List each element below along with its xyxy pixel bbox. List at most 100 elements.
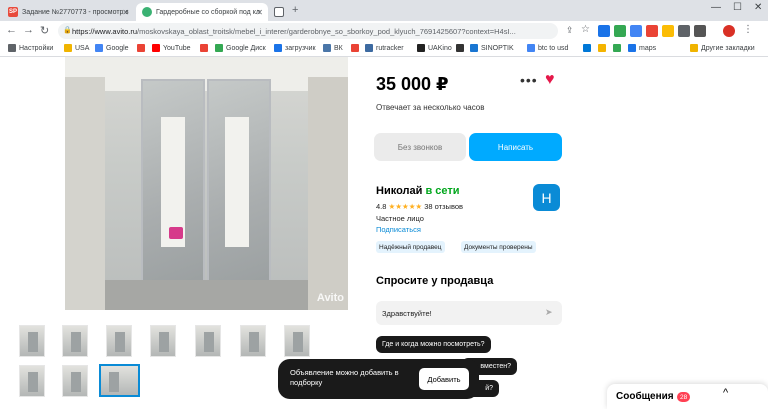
photo-thumbnail[interactable] (106, 325, 132, 357)
share-icon[interactable]: ⇪ (566, 25, 574, 36)
maps-icon (628, 44, 636, 52)
tab-blank[interactable] (270, 3, 288, 21)
menu-kebab-icon[interactable]: ⋮ (743, 24, 753, 35)
back-icon[interactable]: ← (6, 24, 17, 36)
bookmark-label: ВК (334, 44, 343, 52)
photo-thumbnail[interactable] (19, 325, 45, 357)
bookmark-item[interactable] (598, 44, 609, 52)
bookmark-item[interactable]: UAKino (417, 44, 452, 52)
quick-question-chip[interactable]: Где и когда можно посмотреть? (376, 336, 491, 353)
google-icon (527, 44, 535, 52)
bookmark-icon (598, 44, 606, 52)
bookmark-item[interactable] (351, 44, 362, 52)
extension-icon[interactable] (614, 25, 626, 37)
close-tab-icon[interactable]: ✕ (256, 8, 263, 17)
minimize-icon[interactable]: — (711, 2, 721, 13)
subscribe-link[interactable]: Подписаться (376, 225, 421, 234)
bookmark-icon (583, 44, 591, 52)
favorite-heart-icon[interactable]: ♥ (545, 71, 555, 89)
bookmark-item[interactable] (137, 44, 148, 52)
close-tab-icon[interactable]: ✕ (122, 8, 129, 17)
bookmark-item[interactable]: Google Диск (215, 44, 266, 52)
bookmark-item[interactable]: maps (628, 44, 656, 52)
bookmark-label: Google Диск (226, 44, 266, 52)
extension-icon[interactable] (630, 25, 642, 37)
bookmark-item[interactable] (583, 44, 594, 52)
listing-main-photo[interactable]: Avito (65, 57, 348, 310)
maximize-icon[interactable]: ☐ (733, 2, 742, 13)
bookmark-label: Другие закладки (701, 44, 755, 52)
profile-avatar[interactable] (723, 25, 735, 37)
more-options-icon[interactable]: ••• (520, 72, 538, 88)
extension-icon[interactable] (662, 25, 674, 37)
tab-task[interactable]: SP Задание №2770773 - просмотр з ✕ (2, 3, 134, 21)
google-drive-icon (215, 44, 223, 52)
photo-bucket (169, 227, 183, 239)
add-to-collection-button[interactable]: Добавить (419, 368, 469, 390)
bookmarks-bar: Настройки USA Google YouTube Google Диск… (0, 41, 768, 57)
photo-thumbnail[interactable] (62, 325, 88, 357)
tab-label: Гардеробные со сборкой под кл (156, 8, 260, 16)
messages-widget[interactable]: Сообщения 28 ^ (607, 384, 768, 409)
bookmark-icon (613, 44, 621, 52)
photo-thumbnail-selected[interactable] (99, 364, 140, 397)
lock-icon: 🔒 (63, 27, 72, 34)
bookmark-item[interactable]: SINOPTIK (470, 44, 514, 52)
bookmark-label: YouTube (163, 44, 191, 52)
bookmark-item[interactable] (613, 44, 624, 52)
bookmark-item[interactable]: ВК (323, 44, 343, 52)
bookmark-label: maps (639, 44, 657, 52)
photo-thumbnail[interactable] (62, 365, 88, 397)
reviews-count[interactable]: 38 отзывов (424, 202, 463, 211)
send-icon[interactable]: ➤ (545, 307, 553, 318)
bookmark-label: btc to usd (538, 44, 569, 52)
badge-documents-verified: Документы проверены (461, 241, 536, 253)
badge-reliable-seller: Надёжный продавец (376, 241, 445, 253)
no-calls-button[interactable]: Без звонков (374, 133, 466, 161)
toast-message: Объявление можно добавить в подборку (290, 368, 399, 387)
message-input[interactable]: Здравствуйте! (376, 301, 562, 325)
rutracker-icon (365, 44, 373, 52)
new-tab-icon[interactable]: + (292, 4, 298, 16)
extensions-puzzle-icon[interactable] (678, 25, 690, 37)
bookmark-label: rutracker (376, 44, 404, 52)
url-host: https://www.avito.ru (72, 26, 138, 36)
sinoptik-icon (470, 44, 478, 52)
photo-thumbnail[interactable] (284, 325, 310, 357)
photo-thumbnail[interactable] (19, 365, 45, 397)
bookmark-item[interactable]: загрузчик (274, 44, 316, 52)
extension-icon[interactable] (646, 25, 658, 37)
seller-name-line[interactable]: Николай в сети (376, 185, 460, 197)
seller-avatar[interactable]: Н (533, 184, 560, 211)
bookmark-item[interactable]: Другие закладки (690, 44, 755, 52)
seller-name[interactable]: Николай (376, 185, 422, 197)
extension-icon[interactable] (598, 25, 610, 37)
address-bar[interactable]: 🔒 https://www.avito.ru /moskovskaya_obla… (58, 23, 558, 39)
bookmark-item[interactable]: USA (64, 44, 89, 52)
reload-icon[interactable]: ↻ (40, 24, 49, 37)
bookmark-item[interactable] (456, 44, 467, 52)
bookmark-item[interactable]: btc to usd (527, 44, 568, 52)
write-message-button[interactable]: Написать (469, 133, 562, 161)
photo-thumbnail[interactable] (240, 325, 266, 357)
browser-toolbar: ← → ↻ 🔒 https://www.avito.ru /moskovskay… (0, 21, 768, 41)
forward-icon[interactable]: → (23, 24, 34, 36)
photo-thumbnail[interactable] (150, 325, 176, 357)
bookmark-item[interactable]: rutracker (365, 44, 404, 52)
bookmark-star-icon[interactable]: ☆ (581, 24, 590, 35)
rating-stars-icon: ★★★★★ (388, 202, 423, 211)
tab-avito[interactable]: Гардеробные со сборкой под кл ✕ (136, 3, 268, 21)
window-close-icon[interactable]: ✕ (754, 2, 762, 13)
bookmark-item[interactable]: Настройки (8, 44, 53, 52)
sp-favicon-icon: SP (8, 7, 18, 17)
bookmark-item[interactable] (200, 44, 211, 52)
bookmark-icon (351, 44, 359, 52)
photo-thumbnail[interactable] (195, 325, 221, 357)
chevron-up-icon[interactable]: ^ (723, 387, 728, 399)
bookmark-item[interactable]: Google (95, 44, 129, 52)
bookmark-label: USA (75, 44, 90, 52)
extension-icon[interactable] (694, 25, 706, 37)
bookmark-label: SINOPTIK (481, 44, 514, 52)
seller-rating[interactable]: 4.8 ★★★★★ 38 отзывов (376, 202, 463, 211)
bookmark-item[interactable]: YouTube (152, 44, 191, 52)
